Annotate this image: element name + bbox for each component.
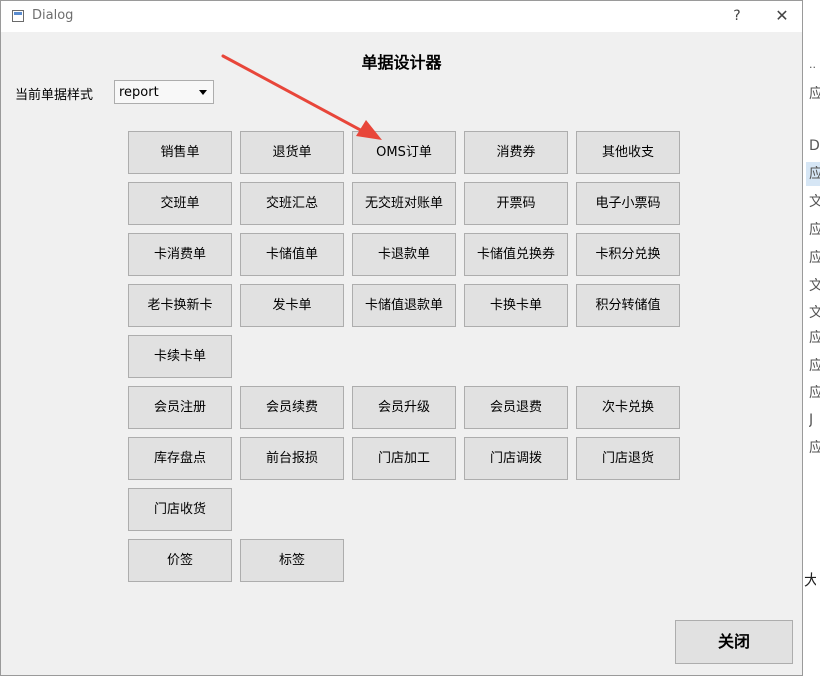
doc-button[interactable]: 价签 <box>128 539 232 582</box>
doc-button[interactable]: 卡换卡单 <box>464 284 568 327</box>
background-glyph: 应 <box>809 385 820 401</box>
window-title: Dialog <box>32 8 74 23</box>
doc-button[interactable]: 卡积分兑换 <box>576 233 680 276</box>
doc-button[interactable]: 门店退货 <box>576 437 680 480</box>
doc-button[interactable]: 卡储值退款单 <box>352 284 456 327</box>
background-glyph: J <box>809 412 814 428</box>
background-glyph: 应 <box>809 222 820 238</box>
background-glyph: 文 <box>809 305 820 321</box>
background-glyph: 应 <box>809 86 820 102</box>
doc-button[interactable]: 卡消费单 <box>128 233 232 276</box>
doc-button[interactable]: 次卡兑换 <box>576 386 680 429</box>
doc-button[interactable]: 前台报损 <box>240 437 344 480</box>
doc-button[interactable]: 销售单 <box>128 131 232 174</box>
background-glyph: 文 <box>809 194 820 210</box>
doc-button[interactable]: 其他收支 <box>576 131 680 174</box>
doc-button[interactable]: 会员退费 <box>464 386 568 429</box>
doc-button[interactable]: 退货单 <box>240 131 344 174</box>
doc-button[interactable]: 交班汇总 <box>240 182 344 225</box>
background-glyph: 应 <box>809 440 820 456</box>
style-select-value: report <box>119 85 159 100</box>
doc-button[interactable]: 卡储值单 <box>240 233 344 276</box>
designer-dialog: Dialog ? ✕ 单据设计器 当前单据样式 report 销售单 退货单 O… <box>0 0 803 676</box>
doc-button[interactable]: 老卡换新卡 <box>128 284 232 327</box>
background-glyph: 应 <box>809 166 820 182</box>
doc-button[interactable]: 门店收货 <box>128 488 232 531</box>
background-glyph: D <box>809 138 820 154</box>
close-button[interactable]: 关闭 <box>675 620 793 664</box>
doc-button[interactable]: 门店调拨 <box>464 437 568 480</box>
window-icon <box>12 10 24 22</box>
chevron-down-icon <box>199 90 207 95</box>
doc-button[interactable]: 发卡单 <box>240 284 344 327</box>
doc-button[interactable]: 积分转储值 <box>576 284 680 327</box>
title-bar[interactable]: Dialog ? ✕ <box>1 1 802 32</box>
background-glyph: 应 <box>809 250 820 266</box>
doc-button[interactable]: 卡储值兑换券 <box>464 233 568 276</box>
help-button[interactable]: ? <box>723 5 751 27</box>
background-glyph: 应 <box>809 358 820 374</box>
doc-button[interactable]: 标签 <box>240 539 344 582</box>
doc-button[interactable]: 交班单 <box>128 182 232 225</box>
background-glyph: .. <box>809 58 816 71</box>
page-title: 单据设计器 <box>361 53 442 72</box>
background-glyph: 应 <box>809 330 820 346</box>
style-label: 当前单据样式 <box>15 88 94 103</box>
close-icon[interactable]: ✕ <box>766 5 798 27</box>
doc-button[interactable]: 库存盘点 <box>128 437 232 480</box>
doc-button[interactable]: 开票码 <box>464 182 568 225</box>
doc-button[interactable]: 会员升级 <box>352 386 456 429</box>
doc-button[interactable]: 门店加工 <box>352 437 456 480</box>
doc-button[interactable]: 消费券 <box>464 131 568 174</box>
doc-button[interactable]: 会员注册 <box>128 386 232 429</box>
background-side-char: 大 <box>804 572 816 588</box>
doc-button[interactable]: 卡续卡单 <box>128 335 232 378</box>
background-glyph: 文 <box>809 278 820 294</box>
doc-button[interactable]: 会员续费 <box>240 386 344 429</box>
doc-button[interactable]: 无交班对账单 <box>352 182 456 225</box>
style-select[interactable]: report <box>114 80 214 104</box>
doc-button[interactable]: OMS订单 <box>352 131 456 174</box>
doc-button[interactable]: 卡退款单 <box>352 233 456 276</box>
doc-button[interactable]: 电子小票码 <box>576 182 680 225</box>
